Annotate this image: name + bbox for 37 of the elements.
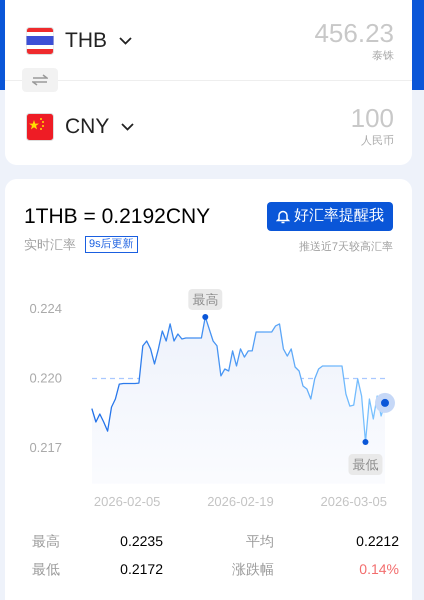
x-axis-label: 2026-02-19 bbox=[207, 494, 274, 509]
currency-selector[interactable]: CNY bbox=[65, 110, 134, 142]
rate-title: 1THB = 0.2192CNY bbox=[24, 204, 210, 230]
chevron-down-icon bbox=[119, 37, 132, 45]
stat-value: 0.2235 bbox=[119, 532, 163, 551]
chart-tag: 最低 bbox=[348, 454, 382, 476]
x-axis-label: 2026-03-05 bbox=[320, 494, 387, 509]
flag-icon bbox=[26, 27, 54, 55]
chart-tag: 最高 bbox=[188, 288, 222, 310]
annotation: 最高 bbox=[192, 292, 218, 307]
min-marker bbox=[362, 439, 368, 446]
stat-value: 0.2212 bbox=[355, 532, 399, 551]
x-axis-label: 2026-02-05 bbox=[94, 494, 160, 509]
flag-icon bbox=[26, 112, 54, 140]
currency-name: 泰铢 bbox=[372, 48, 394, 64]
y-axis-label: 0.224 bbox=[29, 301, 62, 316]
stat-label: 平均 bbox=[245, 532, 275, 551]
rate-label: 实时汇率 bbox=[24, 236, 76, 254]
stat-label: 涨跌幅 bbox=[231, 560, 275, 579]
stat-label: 最低 bbox=[32, 560, 61, 579]
stat-label: 最高 bbox=[32, 532, 61, 551]
stat-value: 0.14% bbox=[358, 560, 399, 579]
alert-note: 推送近7天较高汇率 bbox=[298, 240, 393, 255]
currency-name: 人民币 bbox=[361, 134, 394, 150]
current-marker bbox=[375, 392, 395, 413]
y-axis-label: 0.217 bbox=[29, 440, 62, 455]
currency-selector[interactable]: THB bbox=[65, 25, 132, 57]
stat-value: 0.2172 bbox=[119, 560, 163, 579]
rate-alert-button[interactable]: 好汇率提醒我 bbox=[267, 202, 393, 231]
annotation: 最低 bbox=[352, 457, 378, 472]
swap-icon bbox=[32, 74, 48, 86]
max-marker bbox=[202, 314, 208, 320]
y-axis-label: 0.220 bbox=[29, 370, 62, 386]
bell-icon bbox=[276, 209, 290, 224]
chevron-down-icon bbox=[121, 122, 134, 130]
update-badge: 9s后更新 bbox=[85, 236, 138, 254]
swap-button[interactable] bbox=[22, 68, 58, 92]
